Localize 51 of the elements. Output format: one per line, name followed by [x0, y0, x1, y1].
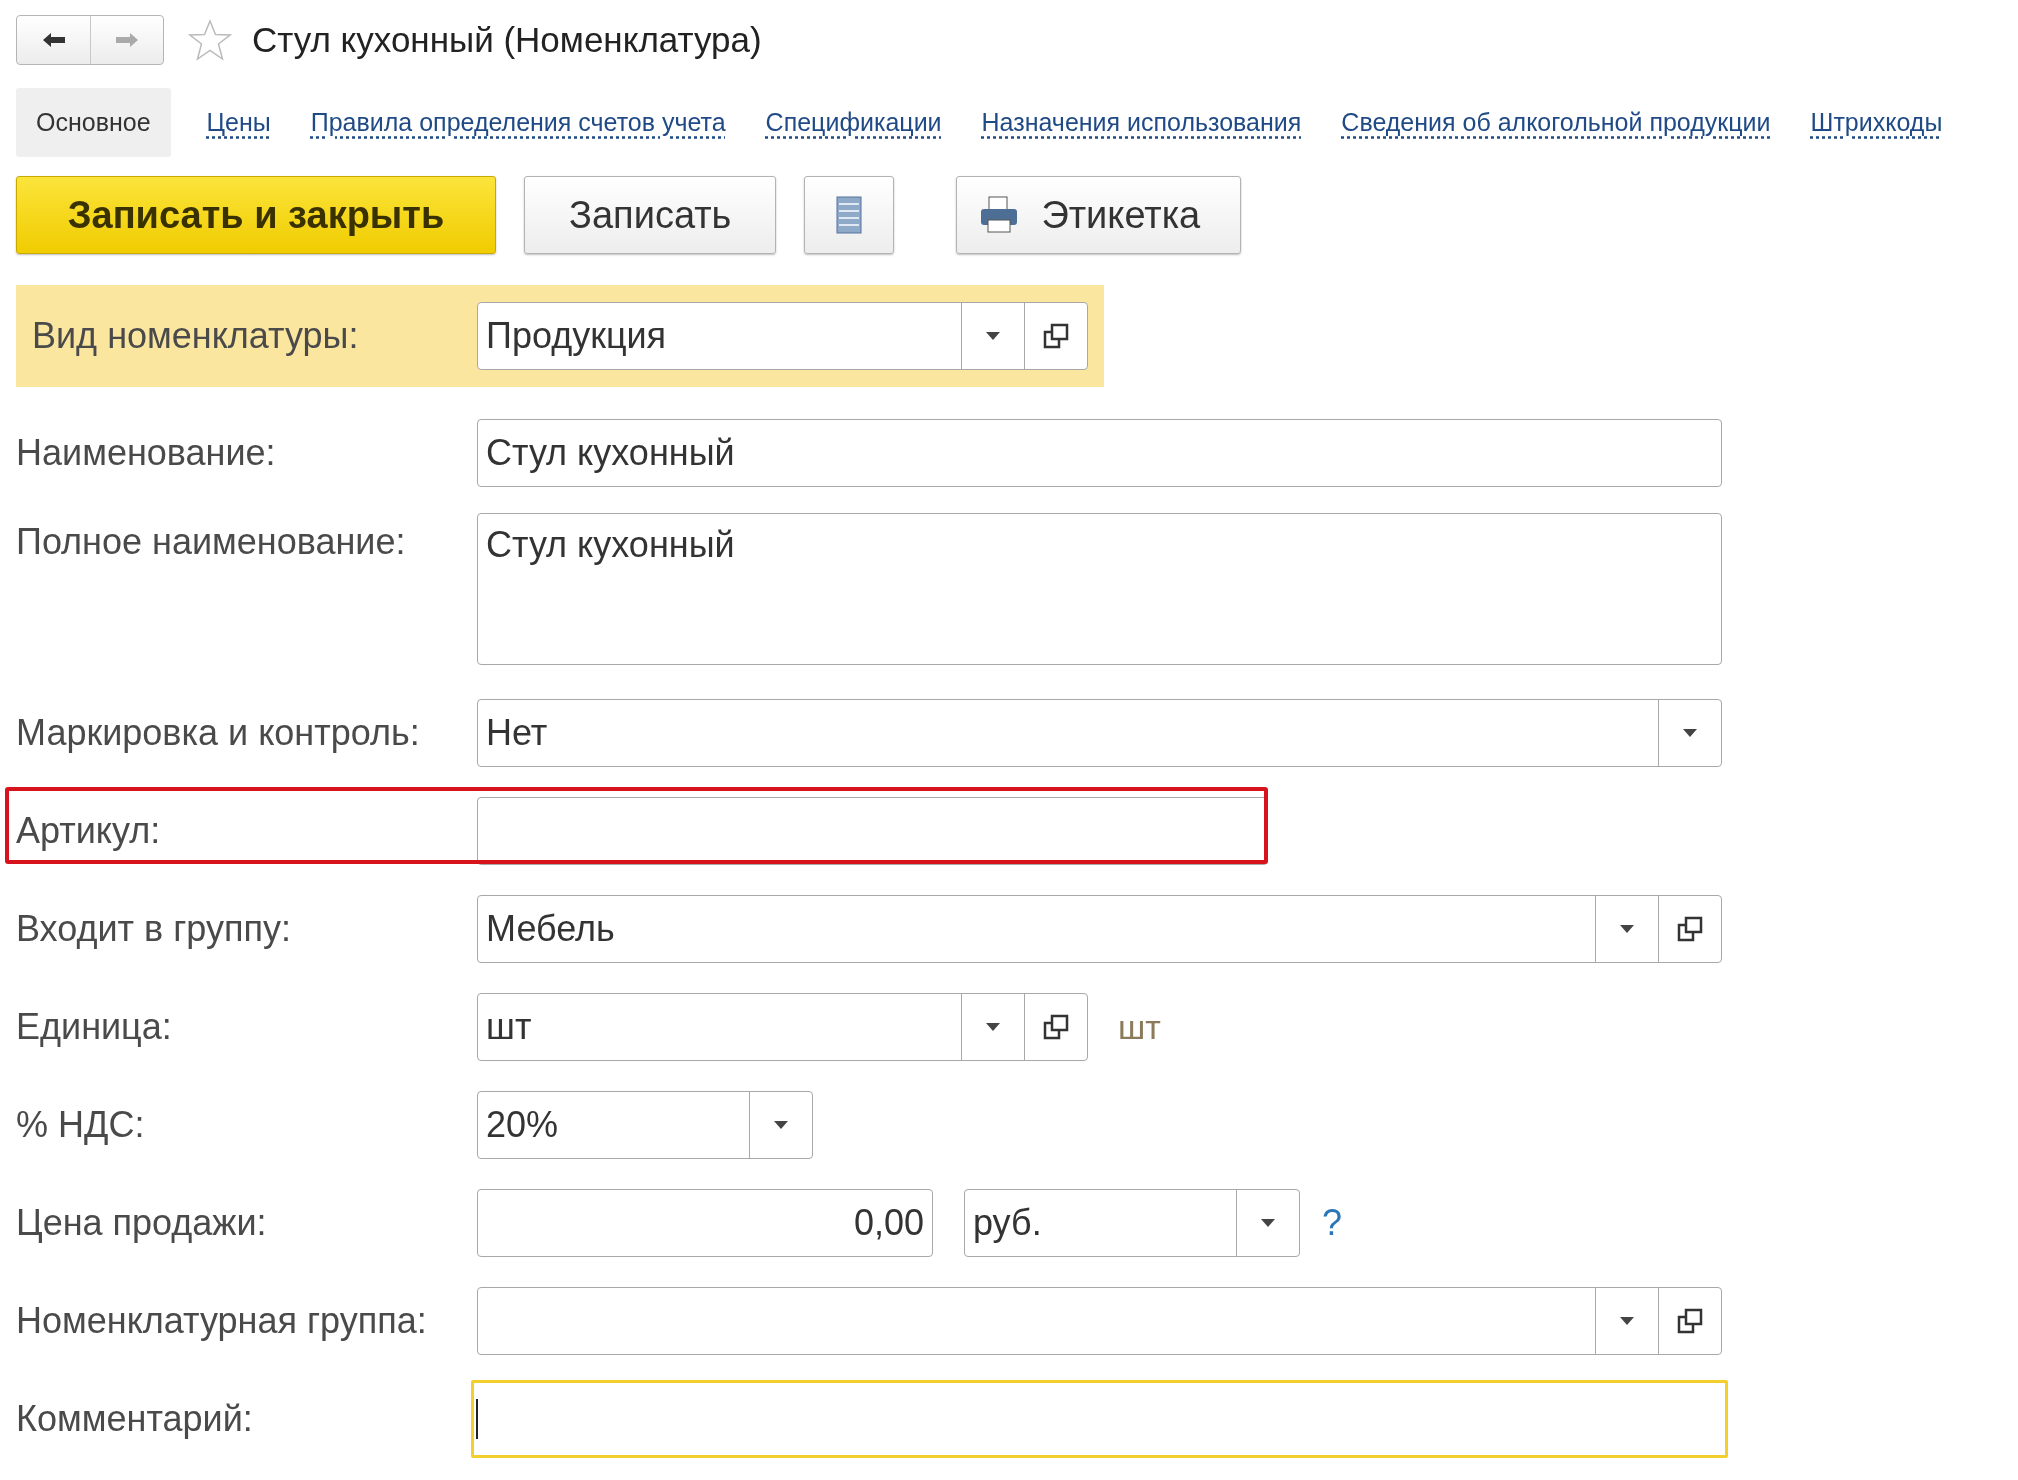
- dropdown-field[interactable]: [477, 1287, 1722, 1355]
- open-window-icon: [1043, 1014, 1069, 1040]
- field-label: Вид номенклатуры:: [31, 315, 360, 357]
- save-button[interactable]: Записать: [524, 176, 777, 254]
- field-label: Полное наименование:: [16, 521, 407, 563]
- caret-icon: [986, 1023, 1000, 1031]
- dropdown-field[interactable]: Мебель: [477, 895, 1722, 963]
- caret-icon: [774, 1121, 788, 1129]
- window-title: Стул кухонный (Номенклатура): [252, 20, 762, 60]
- field-label: Маркировка и контроль:: [16, 712, 421, 754]
- unit-text: шт: [1118, 1007, 1161, 1047]
- star-icon[interactable]: [188, 19, 232, 61]
- field-label: Комментарий:: [16, 1398, 254, 1440]
- field-label: % НДС:: [16, 1104, 146, 1146]
- help-link[interactable]: ?: [1322, 1202, 1343, 1244]
- field-label: Артикул:: [16, 810, 162, 852]
- field-label: Номенклатурная группа:: [16, 1300, 428, 1342]
- tab[interactable]: Штрихкоды: [1810, 107, 1943, 137]
- caret-icon: [1683, 729, 1697, 737]
- open-window-icon: [1677, 1308, 1703, 1334]
- field-label: Входит в группу:: [16, 908, 292, 950]
- open-window-icon: [1043, 323, 1069, 349]
- text-area[interactable]: Стул кухонный: [477, 513, 1722, 665]
- printer-icon: [979, 196, 1020, 234]
- amount-field[interactable]: 0,00: [477, 1189, 933, 1257]
- caret-icon: [1261, 1219, 1275, 1227]
- list-icon: [836, 196, 863, 234]
- tab[interactable]: Назначения использования: [981, 107, 1302, 137]
- forward-arrow-icon: [114, 31, 140, 49]
- dropdown-field[interactable]: 20%: [477, 1091, 813, 1159]
- caret-icon: [1620, 1317, 1634, 1325]
- field-label: Единица:: [16, 1006, 173, 1048]
- field-label: Цена продажи:: [16, 1202, 268, 1244]
- tab[interactable]: Основное: [16, 87, 171, 157]
- caret-icon: [986, 332, 1000, 340]
- label-print-button[interactable]: Этикетка: [956, 176, 1242, 254]
- currency-dropdown[interactable]: руб.: [964, 1189, 1300, 1257]
- input-field[interactable]: [471, 1380, 1728, 1458]
- dropdown-field[interactable]: Продукция: [477, 302, 1088, 370]
- tab[interactable]: Правила определения счетов учета: [310, 107, 726, 137]
- dropdown-field[interactable]: шт: [477, 993, 1088, 1061]
- dropdown-field[interactable]: Нет: [477, 699, 1722, 767]
- tab[interactable]: Сведения об алкогольной продукции: [1341, 107, 1771, 137]
- save-and-close-button[interactable]: Записать и закрыть: [16, 176, 496, 254]
- caret-icon: [1620, 925, 1634, 933]
- input-field[interactable]: Стул кухонный: [477, 419, 1722, 487]
- tab[interactable]: Цены: [206, 107, 271, 137]
- open-window-icon: [1677, 916, 1703, 942]
- list-button[interactable]: [804, 176, 895, 254]
- tab[interactable]: Спецификации: [765, 107, 942, 137]
- field-label: Наименование:: [16, 432, 277, 474]
